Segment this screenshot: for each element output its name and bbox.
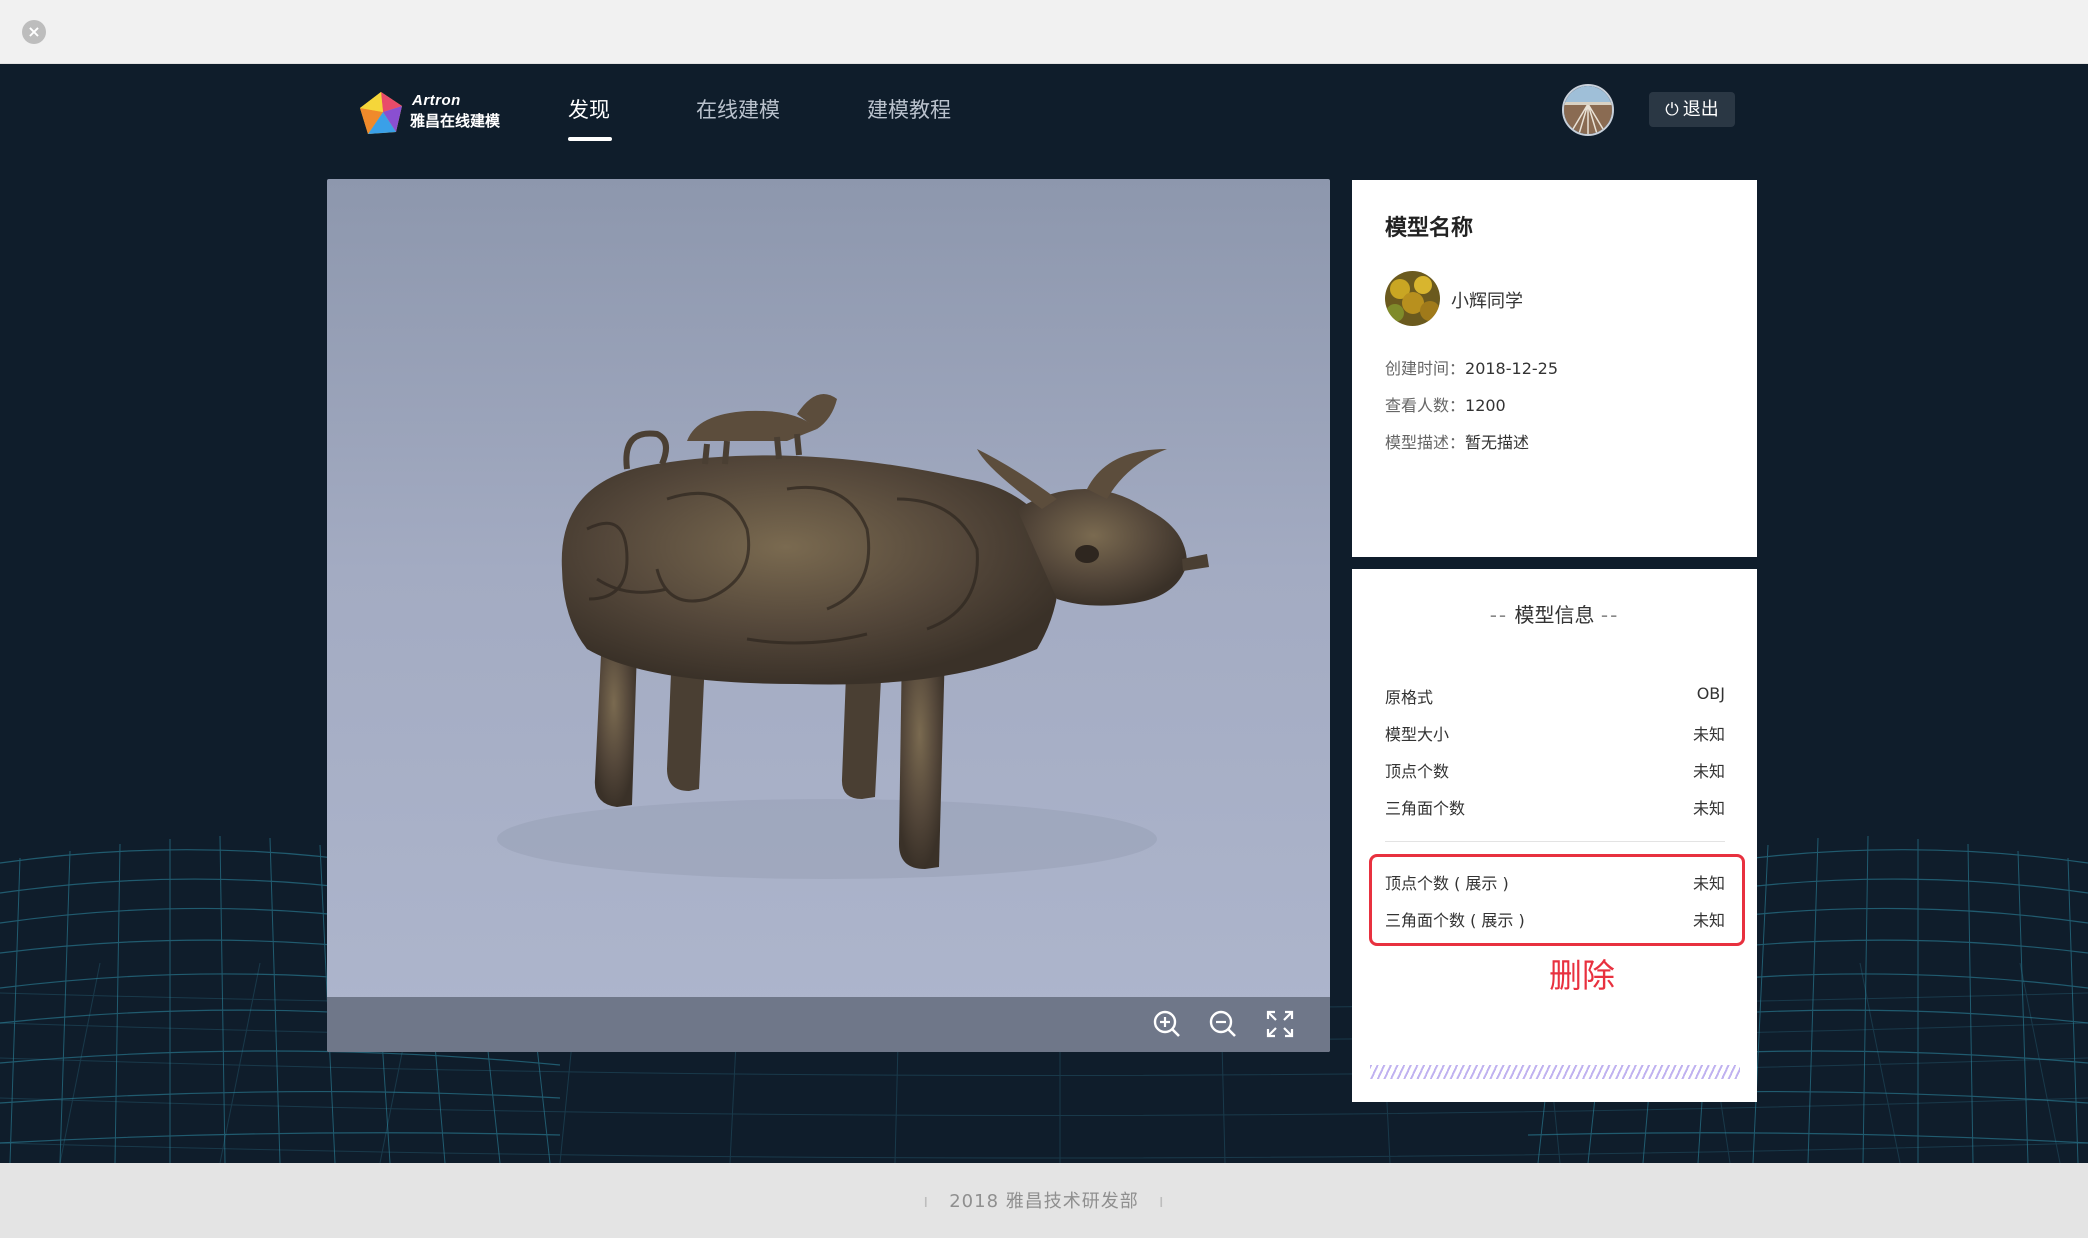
created-value: 2018-12-25 bbox=[1465, 359, 1558, 378]
info-row-triangles: 三角面个数 未知 bbox=[1385, 795, 1725, 819]
footer-separator-right: ı bbox=[1158, 1191, 1165, 1212]
info-value: 未知 bbox=[1692, 725, 1725, 744]
user-avatar[interactable] bbox=[1562, 84, 1614, 136]
window-title-bar: × bbox=[0, 0, 2088, 64]
footer-text: 2018 雅昌技术研发部 bbox=[949, 1191, 1139, 1212]
info-value: OBJ bbox=[1696, 684, 1725, 703]
nav-item-online-modeling[interactable]: 在线建模 bbox=[696, 94, 780, 124]
nav-item-label: 建模教程 bbox=[867, 98, 951, 122]
power-icon: ⏻ bbox=[1665, 100, 1679, 120]
info-row-vertices: 顶点个数 未知 bbox=[1385, 758, 1725, 782]
logout-label: 退出 bbox=[1682, 99, 1719, 120]
model-summary-card: 模型名称 小辉同学 创建时间：2018-12-25 查看人数：1200 模型描述… bbox=[1352, 180, 1757, 557]
info-value: 未知 bbox=[1692, 799, 1725, 818]
author-avatar[interactable] bbox=[1385, 271, 1440, 326]
info-divider bbox=[1385, 841, 1725, 842]
footer-copyright: ı 2018 雅昌技术研发部 ı bbox=[0, 1187, 2088, 1213]
model-info-card: -- 模型信息 -- 原格式 OBJ 模型大小 未知 顶点个数 未知 三角面个数… bbox=[1352, 569, 1757, 1102]
info-title-text: 模型信息 bbox=[1514, 603, 1595, 627]
nav-item-tutorials[interactable]: 建模教程 bbox=[867, 94, 951, 124]
viewer-toolbar bbox=[327, 997, 1330, 1052]
footer: ı 2018 雅昌技术研发部 ı bbox=[0, 1163, 2088, 1238]
model-preview-image[interactable] bbox=[327, 179, 1330, 997]
logout-button[interactable]: ⏻ 退出 bbox=[1649, 92, 1735, 127]
model-title: 模型名称 bbox=[1385, 216, 1474, 241]
app-area: Artron 雅昌在线建模 发现 在线建模 建模教程 ⏻ 退出 模型名称 小辉同… bbox=[0, 64, 2088, 1163]
model-description: 模型描述：暂无描述 bbox=[1385, 429, 1529, 453]
views-label: 查看人数： bbox=[1385, 396, 1466, 415]
info-value: 未知 bbox=[1692, 762, 1725, 781]
info-label: 模型大小 bbox=[1385, 725, 1450, 744]
brand-logo[interactable]: Artron 雅昌在线建模 bbox=[358, 88, 508, 136]
nav-item-discover[interactable]: 发现 bbox=[568, 94, 612, 141]
info-section-title: -- 模型信息 -- bbox=[1352, 599, 1757, 628]
fullscreen-icon[interactable] bbox=[1265, 1009, 1295, 1039]
nav-item-label: 在线建模 bbox=[696, 98, 780, 122]
logo-text-en: Artron bbox=[412, 92, 461, 109]
title-dash-right: -- bbox=[1600, 603, 1620, 627]
logo-text-cn: 雅昌在线建模 bbox=[410, 112, 501, 130]
created-time: 创建时间：2018-12-25 bbox=[1385, 355, 1558, 379]
author-name[interactable]: 小辉同学 bbox=[1451, 287, 1523, 313]
zoom-in-icon[interactable] bbox=[1152, 1009, 1182, 1039]
title-dash-left: -- bbox=[1489, 603, 1509, 627]
desc-label: 模型描述： bbox=[1385, 433, 1466, 452]
footer-separator-left: ı bbox=[923, 1191, 930, 1212]
info-row-size: 模型大小 未知 bbox=[1385, 721, 1725, 745]
decorative-hatch bbox=[1370, 1065, 1740, 1079]
nav-active-indicator bbox=[568, 137, 612, 141]
close-icon[interactable]: × bbox=[22, 20, 46, 44]
annotation-delete-note: 删除 bbox=[1549, 956, 1615, 995]
desc-value: 暂无描述 bbox=[1465, 433, 1530, 452]
author-avatar-image bbox=[1385, 271, 1440, 326]
model-viewer[interactable] bbox=[327, 179, 1330, 1052]
info-label: 三角面个数 bbox=[1385, 799, 1466, 818]
avatar-image bbox=[1564, 86, 1612, 134]
info-label: 原格式 bbox=[1385, 688, 1434, 707]
info-row-format: 原格式 OBJ bbox=[1385, 684, 1725, 708]
annotation-highlight-box bbox=[1369, 854, 1745, 946]
created-label: 创建时间： bbox=[1385, 359, 1466, 378]
info-label: 顶点个数 bbox=[1385, 762, 1450, 781]
views-value: 1200 bbox=[1465, 396, 1506, 415]
zoom-out-icon[interactable] bbox=[1208, 1009, 1238, 1039]
logo-mark-icon bbox=[360, 92, 402, 134]
nav-item-label: 发现 bbox=[568, 98, 610, 122]
view-count: 查看人数：1200 bbox=[1385, 392, 1506, 416]
